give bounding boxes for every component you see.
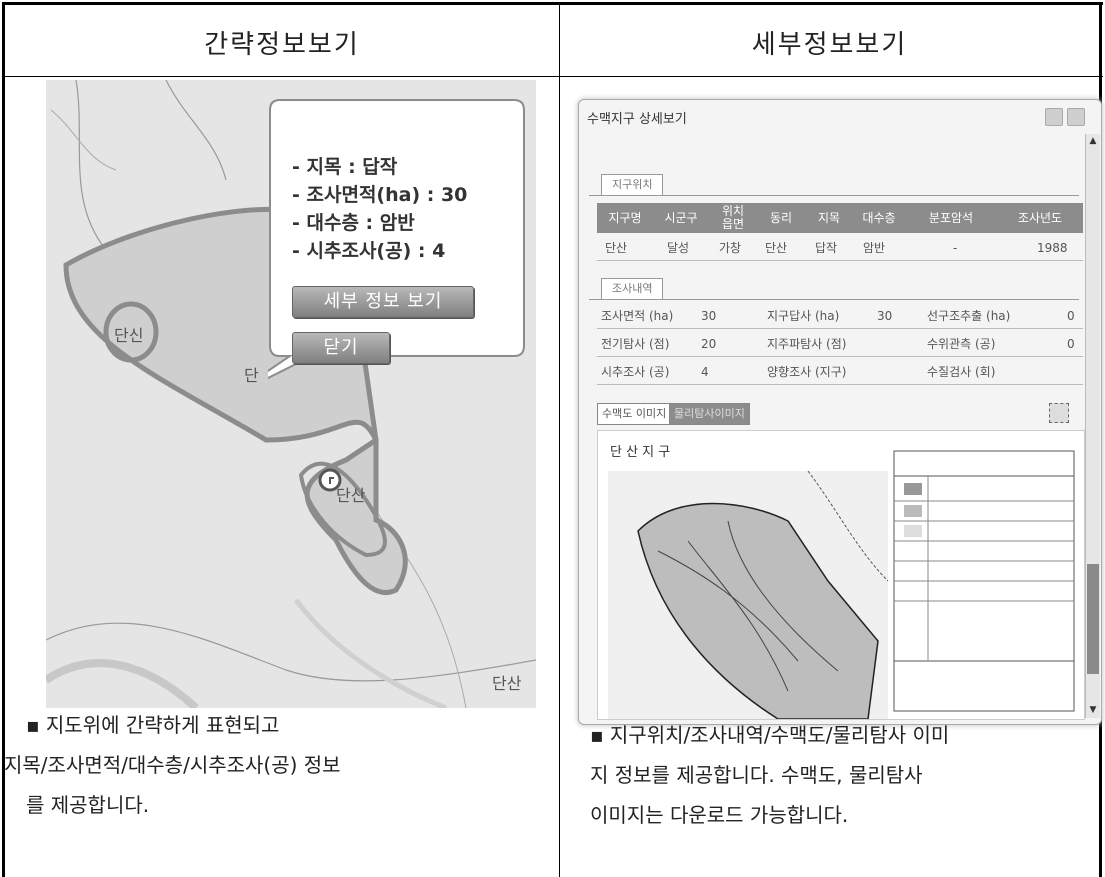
header-summary-view: 간략정보보기 <box>204 30 360 60</box>
download-icon[interactable] <box>1049 403 1069 423</box>
column-header: 지목 <box>817 211 841 225</box>
survey-value: 30 <box>701 309 717 323</box>
scroll-up-icon[interactable]: ▲ <box>1087 135 1099 147</box>
right-description-line: ▪ 지구위치/조사내역/수맥도/물리탐사 이미 <box>590 723 950 747</box>
left-description-line: 를 제공합니다. <box>26 793 150 817</box>
survey-value: 20 <box>701 337 717 351</box>
column-header: 분포암석 <box>928 211 974 225</box>
table-cell: 단산 <box>605 241 628 255</box>
info-drilling: - 시추조사(공) : 4 <box>292 240 446 262</box>
info-land-type: - 지목 : 답작 <box>292 156 398 178</box>
map-label: 단산 <box>492 674 522 693</box>
scroll-thumb[interactable] <box>1087 564 1099 674</box>
scrollbar[interactable]: ▲ ▼ <box>1085 134 1100 718</box>
header-divider <box>2 76 1103 77</box>
survey-label: 선구조추출 (ha) <box>927 309 1011 323</box>
comparison-table: 간략정보보기 세부정보보기 단신 단 단산 단산 - 지목: 답작 - 조사면… <box>2 2 1103 877</box>
survey-label: 지주파탐사 (점) <box>767 337 847 351</box>
close-icon[interactable] <box>1067 108 1085 126</box>
column-header: 위치 읍면 <box>721 204 745 231</box>
groundwater-map-image: 단 산 지 구 <box>597 430 1085 720</box>
info-popup: - 지목 : 답작 - 조사면적(ha) : 30 - 대수층 : 암반 - 시… <box>268 98 526 380</box>
detail-window: 수맥지구 상세보기 ▲ ▼ 지구위치 지구명 시군구 위치 읍면 동리 지목 대… <box>578 99 1102 725</box>
table-cell: 암반 <box>863 241 886 255</box>
detail-info-button[interactable]: 세부 정보 보기 <box>292 286 474 318</box>
left-description-line: ▪ 지도위에 간략하게 표현되고 <box>26 713 280 737</box>
survey-row: 조사면적 (ha) 30 지구답사 (ha) 30 선구조추출 (ha) 0 <box>597 304 1083 329</box>
summary-map[interactable]: 단신 단 단산 단산 - 지목 : 답작 - 조사면적(ha) : 30 - 대… <box>46 80 536 708</box>
survey-value: 30 <box>877 309 893 323</box>
minimize-icon[interactable] <box>1045 108 1063 126</box>
column-header: 시군구 <box>664 211 698 225</box>
map-image-graphic <box>608 450 1075 719</box>
table-row: 단산 달성 가창 단산 답작 암반 - 1988 <box>597 236 1083 261</box>
survey-label: 조사면적 (ha) <box>601 309 674 323</box>
survey-value: 4 <box>701 365 709 379</box>
table-border-top <box>2 2 1103 5</box>
table-cell: 단산 <box>765 241 788 255</box>
column-header: 지구명 <box>608 211 642 225</box>
left-description-line: 지목/조사면적/대수층/시추조사(공) 정보 <box>4 753 341 777</box>
survey-row: 시추조사 (공) 4 양향조사 (지구) 수질검사 (회) <box>597 360 1083 385</box>
column-header: 동리 <box>769 211 793 225</box>
table-cell: 달성 <box>667 241 690 255</box>
right-description-line: 지 정보를 제공합니다. 수맥도, 물리탐사 <box>590 763 923 787</box>
survey-label: 지구답사 (ha) <box>767 309 840 323</box>
map-label: 단신 <box>114 326 144 345</box>
survey-label: 양향조사 (지구) <box>767 365 847 379</box>
survey-row: 전기탐사 (점) 20 지주파탐사 (점) 수위관측 (공) 0 <box>597 332 1083 357</box>
survey-value: 0 <box>1067 309 1075 323</box>
close-button[interactable]: 닫기 <box>292 332 390 364</box>
right-description-line: 이미지는 다운로드 가능합니다. <box>590 803 849 827</box>
table-cell: 답작 <box>815 241 838 255</box>
column-header: 대수층 <box>862 211 896 225</box>
survey-label: 수위관측 (공) <box>927 337 996 351</box>
scroll-down-icon[interactable]: ▼ <box>1087 704 1099 716</box>
section-divider <box>589 195 1079 196</box>
map-image-title: 단 산 지 구 <box>610 445 671 460</box>
tab-geophysics-image[interactable]: 물리탐사이미지 <box>669 403 750 425</box>
column-header: 조사년도 <box>1017 211 1063 225</box>
table-cell: 1988 <box>1037 241 1068 255</box>
header-detail-view: 세부정보보기 <box>751 30 908 60</box>
table-divider <box>559 2 560 877</box>
survey-label: 수질검사 (회) <box>927 365 996 379</box>
section-divider <box>589 299 1079 300</box>
map-label: 단산 <box>336 486 366 505</box>
info-aquifer: - 대수층 : 암반 <box>292 212 415 234</box>
survey-label: 시추조사 (공) <box>601 365 670 379</box>
table-cell: 가창 <box>719 241 742 255</box>
survey-label: 전기탐사 (점) <box>601 337 670 351</box>
info-survey-area: - 조사면적(ha) : 30 <box>292 184 468 206</box>
location-table-header: 지구명 시군구 위치 읍면 동리 지목 대수층 분포암석 조사년도 <box>597 203 1083 233</box>
survey-value: 0 <box>1067 337 1075 351</box>
window-title: 수맥지구 상세보기 <box>587 112 687 127</box>
map-label: 단 <box>244 366 259 385</box>
tab-groundwater-map-image[interactable]: 수맥도 이미지 <box>597 403 672 425</box>
table-cell: - <box>953 241 958 255</box>
tab-location[interactable]: 지구위치 <box>601 174 664 195</box>
tab-survey[interactable]: 조사내역 <box>601 278 664 299</box>
